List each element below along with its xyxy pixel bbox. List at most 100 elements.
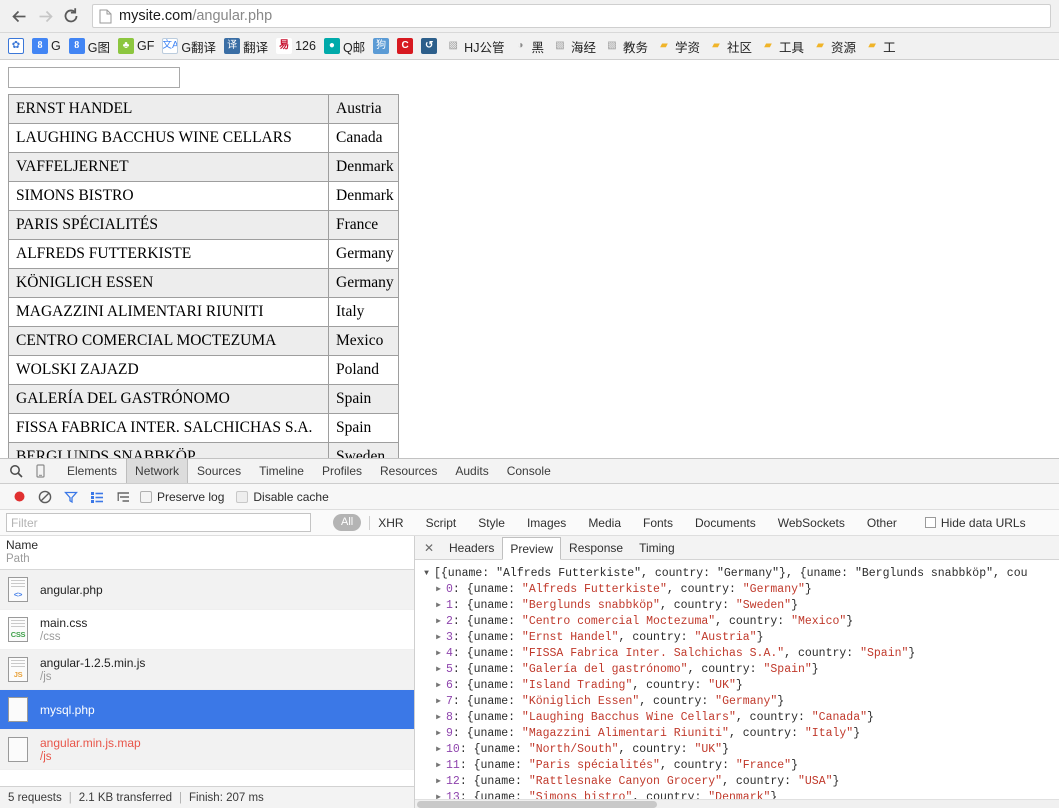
devtools-tab-audits[interactable]: Audits xyxy=(446,459,497,483)
chevron-right-icon[interactable]: ▶ xyxy=(433,774,444,790)
preview-country: "Canada" xyxy=(811,711,867,724)
chevron-right-icon[interactable]: ▶ xyxy=(433,742,444,758)
chevron-right-icon[interactable]: ▶ xyxy=(433,614,444,630)
view-list-icon[interactable] xyxy=(84,486,110,508)
preview-entry[interactable]: ▶ 3: {uname: "Ernst Handel", country: "Au… xyxy=(421,630,1059,646)
preview-entry[interactable]: ▶ 10: {uname: "North/South", country: "UK… xyxy=(421,742,1059,758)
bookmark-item-6[interactable]: 易 126 xyxy=(272,36,320,57)
bookmark-item-12[interactable]: ◑ 黑 xyxy=(508,36,548,57)
bookmark-item-19[interactable]: ▰ 工 xyxy=(860,36,900,57)
bookmark-item-14[interactable]: ▧ 教务 xyxy=(600,36,652,57)
preview-entry[interactable]: ▶ 1: {uname: "Berglunds snabbköp", countr… xyxy=(421,598,1059,614)
chevron-right-icon[interactable]: ▶ xyxy=(433,646,444,662)
type-filter-documents[interactable]: Documents xyxy=(695,516,756,530)
bookmark-item-18[interactable]: ▰ 资源 xyxy=(808,36,860,57)
chevron-down-icon[interactable]: ▼ xyxy=(421,566,432,582)
chevron-right-icon[interactable]: ▶ xyxy=(433,694,444,710)
address-bar[interactable]: mysite.com/angular.php xyxy=(92,4,1051,28)
devtools-tab-network[interactable]: Network xyxy=(126,459,189,483)
type-filter-websockets[interactable]: WebSockets xyxy=(778,516,845,530)
preview-entry[interactable]: ▶ 9: {uname: "Magazzini Alimentari Riunit… xyxy=(421,726,1059,742)
request-row[interactable]: mysql.php xyxy=(0,690,414,730)
type-filter-images[interactable]: Images xyxy=(527,516,566,530)
clear-no-entry-icon[interactable] xyxy=(32,486,58,508)
bookmark-item-0[interactable]: ✿ xyxy=(4,36,28,57)
bookmark-item-11[interactable]: ▧ HJ公管 xyxy=(441,36,508,57)
request-row[interactable]: CSS main.css/css xyxy=(0,610,414,650)
preserve-log-checkbox[interactable]: Preserve log xyxy=(140,490,224,504)
bookmark-item-9[interactable]: C xyxy=(393,36,417,57)
record-circle-icon[interactable] xyxy=(6,486,32,508)
preview-entry[interactable]: ▶ 13: {uname: "Simons bistro", country: "… xyxy=(421,790,1059,799)
bookmark-label: HJ公管 xyxy=(464,40,505,55)
preview-entry[interactable]: ▶ 0: {uname: "Alfreds Futterkiste", count… xyxy=(421,582,1059,598)
bookmark-item-15[interactable]: ▰ 学资 xyxy=(652,36,704,57)
chevron-right-icon[interactable]: ▶ xyxy=(433,630,444,646)
chevron-right-icon[interactable]: ▶ xyxy=(433,678,444,694)
devtools-tab-profiles[interactable]: Profiles xyxy=(313,459,371,483)
request-row[interactable]: JS angular-1.2.5.min.js/js xyxy=(0,650,414,690)
reload-icon[interactable] xyxy=(58,3,84,29)
type-filter-other[interactable]: Other xyxy=(867,516,897,530)
bookmark-item-1[interactable]: 8G xyxy=(28,36,65,57)
detail-tab-headers[interactable]: Headers xyxy=(441,536,502,559)
preview-entry[interactable]: ▶ 5: {uname: "Galería del gastrónomo", co… xyxy=(421,662,1059,678)
table-row: VAFFELJERNET Denmark xyxy=(8,152,399,182)
request-row[interactable]: angular.min.js.map/js xyxy=(0,730,414,770)
bookmark-item-4[interactable]: 文A G翻译 xyxy=(158,36,220,57)
detail-tab-response[interactable]: Response xyxy=(561,536,631,559)
preview-entry[interactable]: ▶ 11: {uname: "Paris spécialités", countr… xyxy=(421,758,1059,774)
chevron-right-icon[interactable]: ▶ xyxy=(433,582,444,598)
disable-cache-checkbox[interactable]: Disable cache xyxy=(236,490,329,504)
detail-tab-preview[interactable]: Preview xyxy=(502,536,562,560)
funnel-filter-icon[interactable] xyxy=(58,486,84,508)
search-input[interactable] xyxy=(8,67,180,88)
bookmark-item-13[interactable]: ▧ 海经 xyxy=(548,36,600,57)
detail-tab-timing[interactable]: Timing xyxy=(631,536,683,559)
preview-entry[interactable]: ▶ 6: {uname: "Island Trading", country: "… xyxy=(421,678,1059,694)
request-row[interactable]: <> angular.php xyxy=(0,570,414,610)
bookmark-item-5[interactable]: 译翻译 xyxy=(220,36,272,57)
scrollbar-thumb[interactable] xyxy=(417,801,657,808)
back-arrow-icon[interactable] xyxy=(6,3,32,29)
preview-entry[interactable]: ▶ 12: {uname: "Rattlesnake Canyon Grocery… xyxy=(421,774,1059,790)
group-by-frame-icon[interactable] xyxy=(110,486,136,508)
device-toggle-icon[interactable] xyxy=(28,460,52,483)
close-icon[interactable]: ✕ xyxy=(421,540,437,556)
preview-entry[interactable]: ▶ 7: {uname: "Königlich Essen", country: … xyxy=(421,694,1059,710)
type-filter-all[interactable]: All xyxy=(333,514,362,531)
type-filter-style[interactable]: Style xyxy=(478,516,505,530)
chevron-right-icon[interactable]: ▶ xyxy=(433,598,444,614)
request-list-header[interactable]: Name Path xyxy=(0,536,414,570)
preview-entry[interactable]: ▶ 8: {uname: "Laughing Bacchus Wine Cella… xyxy=(421,710,1059,726)
devtools-tab-console[interactable]: Console xyxy=(498,459,560,483)
forward-arrow-icon[interactable] xyxy=(32,3,58,29)
inspect-magnifier-icon[interactable] xyxy=(4,460,28,483)
devtools-tab-elements[interactable]: Elements xyxy=(58,459,126,483)
bookmark-item-16[interactable]: ▰ 社区 xyxy=(704,36,756,57)
preview-entry[interactable]: ▶ 4: {uname: "FISSA Fabrica Inter. Salchi… xyxy=(421,646,1059,662)
type-filter-script[interactable]: Script xyxy=(426,516,457,530)
preview-horizontal-scrollbar[interactable] xyxy=(415,799,1059,808)
devtools-tab-timeline[interactable]: Timeline xyxy=(250,459,313,483)
type-filter-fonts[interactable]: Fonts xyxy=(643,516,673,530)
bookmark-item-17[interactable]: ▰ 工具 xyxy=(756,36,808,57)
preview-root-line[interactable]: ▼ [{uname: "Alfreds Futterkiste", country… xyxy=(421,566,1059,582)
devtools-tab-sources[interactable]: Sources xyxy=(188,459,250,483)
bookmark-item-3[interactable]: ♣ GF xyxy=(114,36,158,57)
hide-data-urls-checkbox[interactable]: Hide data URLs xyxy=(924,516,1026,530)
chevron-right-icon[interactable]: ▶ xyxy=(433,790,444,799)
bookmark-item-8[interactable]: 狗 xyxy=(369,36,393,57)
chevron-right-icon[interactable]: ▶ xyxy=(433,710,444,726)
bookmark-item-7[interactable]: ● Q邮 xyxy=(320,36,369,57)
preview-entry[interactable]: ▶ 2: {uname: "Centro comercial Moctezuma"… xyxy=(421,614,1059,630)
bookmark-item-2[interactable]: 8 G图 xyxy=(65,36,114,57)
chevron-right-icon[interactable]: ▶ xyxy=(433,662,444,678)
chevron-right-icon[interactable]: ▶ xyxy=(433,758,444,774)
chevron-right-icon[interactable]: ▶ xyxy=(433,726,444,742)
filter-input[interactable] xyxy=(6,513,311,532)
type-filter-xhr[interactable]: XHR xyxy=(378,516,403,530)
type-filter-media[interactable]: Media xyxy=(588,516,621,530)
bookmark-item-10[interactable]: ↺ xyxy=(417,36,441,57)
devtools-tab-resources[interactable]: Resources xyxy=(371,459,446,483)
